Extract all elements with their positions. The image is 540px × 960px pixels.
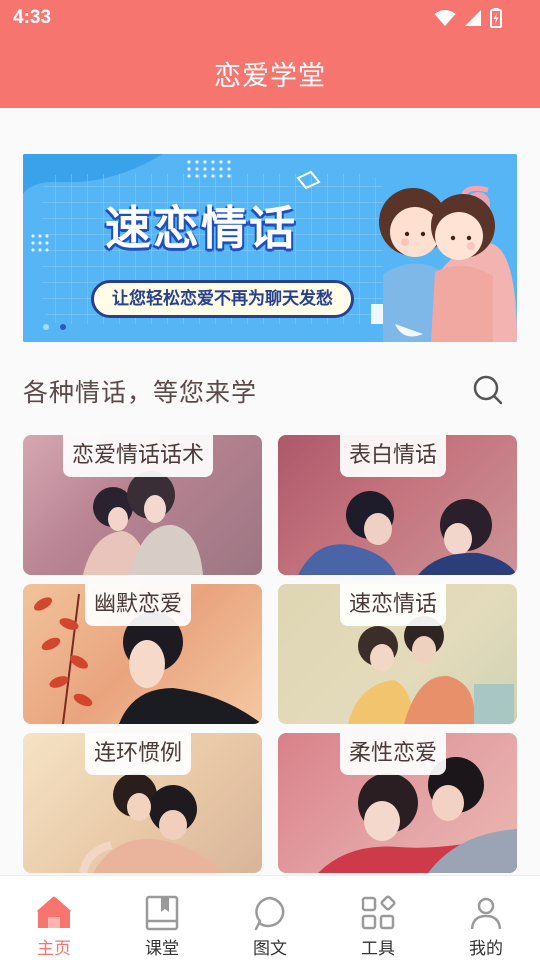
nav-item-classroom[interactable]: 课堂 — [108, 876, 216, 960]
wifi-icon — [434, 10, 456, 26]
nav-item-home[interactable]: 主页 — [0, 876, 108, 960]
banner-dot-1[interactable] — [43, 324, 49, 330]
bottom-navigation: 主页 课堂 图文 工具 我的 — [0, 875, 540, 960]
category-card-gentle-love[interactable]: 柔性恋爱 — [278, 733, 517, 873]
search-icon[interactable] — [472, 373, 504, 407]
nav-item-tools[interactable]: 工具 — [324, 876, 432, 960]
nav-item-posts[interactable]: 图文 — [216, 876, 324, 960]
card-label: 表白情话 — [340, 435, 447, 477]
battery-icon — [490, 8, 502, 28]
category-card-quick-love[interactable]: 速恋情话 — [278, 584, 517, 724]
card-label: 连环惯例 — [85, 733, 192, 775]
category-card-confession[interactable]: 表白情话 — [278, 435, 517, 575]
category-card-chain-routine[interactable]: 连环惯例 — [23, 733, 262, 873]
status-time: 4:33 — [13, 7, 52, 28]
home-icon — [37, 896, 71, 928]
banner-dot-2[interactable] — [60, 324, 66, 330]
card-label: 恋爱情话话术 — [63, 435, 214, 477]
nav-label-profile: 我的 — [469, 939, 503, 959]
nav-item-profile[interactable]: 我的 — [432, 876, 540, 960]
tools-grid-icon — [361, 895, 396, 930]
banner-subtitle: 让您轻松恋爱不再为聊天发愁 — [91, 280, 354, 318]
app-bar: 恋爱学堂 — [0, 36, 540, 108]
book-icon — [145, 895, 179, 931]
status-bar: 4:33 — [0, 0, 540, 36]
status-icons — [434, 8, 502, 28]
nav-label-classroom: 课堂 — [145, 939, 179, 959]
section-title: 各种情话，等您来学 — [23, 378, 258, 407]
card-label: 速恋情话 — [340, 584, 447, 626]
card-label: 柔性恋爱 — [340, 733, 447, 775]
card-label: 幽默恋爱 — [85, 584, 192, 626]
category-card-humor[interactable]: 幽默恋爱 — [23, 584, 262, 724]
nav-label-home: 主页 — [37, 939, 71, 959]
category-card-love-talk[interactable]: 恋爱情话话术 — [23, 435, 262, 575]
signal-icon — [465, 10, 481, 26]
nav-label-tools: 工具 — [361, 939, 395, 959]
main-content[interactable]: 速恋情话 让您轻松恋爱不再为聊天发愁 各种情话，等您来学 恋爱情话话术 表白情话… — [0, 108, 540, 875]
page-title: 恋爱学堂 — [214, 61, 326, 92]
person-icon — [470, 897, 502, 930]
nav-label-posts: 图文 — [253, 939, 287, 959]
promo-banner[interactable]: 速恋情话 让您轻松恋爱不再为聊天发愁 — [23, 154, 517, 342]
banner-title: 速恋情话 — [105, 201, 297, 255]
chat-bubble-icon — [254, 896, 285, 931]
